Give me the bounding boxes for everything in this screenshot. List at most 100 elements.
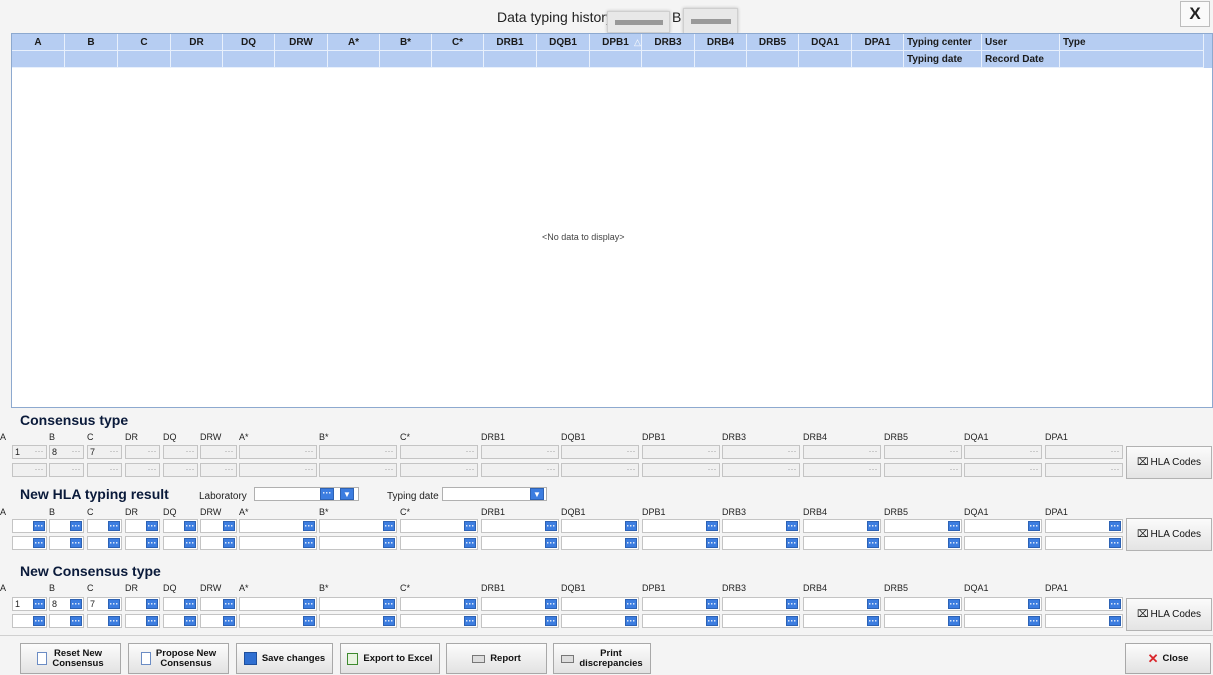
ellipsis-icon[interactable]: ···: [625, 599, 637, 609]
column-header-astar[interactable]: A*: [328, 34, 380, 51]
column-header-bstar[interactable]: B*: [380, 34, 432, 51]
new-typing-field-b-1[interactable]: ···: [49, 519, 84, 533]
new-consensus-field-dpb1-2[interactable]: ···: [642, 614, 720, 628]
new-consensus-field-dqa1-1[interactable]: ···: [964, 597, 1042, 611]
laboratory-dropdown-icon[interactable]: ▼: [340, 488, 354, 500]
new-typing-field-dpa1-1[interactable]: ···: [1045, 519, 1123, 533]
ellipsis-icon[interactable]: ···: [948, 599, 960, 609]
ellipsis-icon[interactable]: ···: [625, 538, 637, 548]
new-typing-field-c-1[interactable]: ···: [87, 519, 122, 533]
ellipsis-icon[interactable]: ···: [1028, 599, 1040, 609]
ellipsis-icon[interactable]: ···: [464, 616, 476, 626]
new-consensus-field-drb4-1[interactable]: ···: [803, 597, 881, 611]
column-header-user[interactable]: User: [982, 34, 1060, 51]
new-consensus-field-dr-1[interactable]: ···: [125, 597, 160, 611]
column-header-drb1[interactable]: DRB1: [484, 34, 537, 51]
new-consensus-field-drb5-2[interactable]: ···: [884, 614, 962, 628]
new-typing-field-dqa1-1[interactable]: ···: [964, 519, 1042, 533]
ellipsis-icon[interactable]: ···: [70, 521, 82, 531]
ellipsis-icon[interactable]: ···: [1028, 616, 1040, 626]
ellipsis-icon[interactable]: ···: [33, 538, 45, 548]
new-consensus-field-a-1[interactable]: 1 ···: [12, 597, 47, 611]
column-header-dqb1[interactable]: DQB1: [537, 34, 590, 51]
save-changes-button[interactable]: Save changes: [236, 643, 333, 674]
ellipsis-icon[interactable]: ···: [108, 538, 120, 548]
ellipsis-icon[interactable]: ···: [33, 599, 45, 609]
ellipsis-icon[interactable]: ···: [1028, 521, 1040, 531]
ellipsis-icon[interactable]: ···: [223, 616, 235, 626]
new-typing-field-drb1-1[interactable]: ···: [481, 519, 559, 533]
new-consensus-field-dr-2[interactable]: ···: [125, 614, 160, 628]
column-header-a[interactable]: A: [12, 34, 65, 51]
column-header-dq[interactable]: DQ: [223, 34, 275, 51]
new-typing-field-a-1[interactable]: ···: [12, 519, 47, 533]
new-typing-field-dqb1-1[interactable]: ···: [561, 519, 639, 533]
ellipsis-icon[interactable]: ···: [867, 521, 879, 531]
ellipsis-icon[interactable]: ···: [786, 616, 798, 626]
new-typing-field-drb5-2[interactable]: ···: [884, 536, 962, 550]
ellipsis-icon[interactable]: ···: [108, 599, 120, 609]
new-typing-field-drb3-2[interactable]: ···: [722, 536, 800, 550]
ellipsis-icon[interactable]: ···: [706, 599, 718, 609]
ellipsis-icon[interactable]: ···: [303, 521, 315, 531]
new-typing-field-a-2[interactable]: ···: [12, 536, 47, 550]
new-consensus-field-astar-2[interactable]: ···: [239, 614, 317, 628]
new-typing-field-b-2[interactable]: ···: [49, 536, 84, 550]
new-typing-field-dq-1[interactable]: ···: [163, 519, 198, 533]
new-typing-field-dqb1-2[interactable]: ···: [561, 536, 639, 550]
ellipsis-icon[interactable]: ···: [383, 616, 395, 626]
ellipsis-icon[interactable]: ···: [303, 616, 315, 626]
column-header-type[interactable]: Type: [1060, 34, 1204, 51]
ellipsis-icon[interactable]: ···: [545, 599, 557, 609]
column-header-typing-date[interactable]: Typing date: [904, 51, 982, 68]
new-consensus-field-drb5-1[interactable]: ···: [884, 597, 962, 611]
ellipsis-icon[interactable]: ···: [786, 599, 798, 609]
propose-new-consensus-button[interactable]: Propose New Consensus: [128, 643, 229, 674]
new-consensus-field-drb3-2[interactable]: ···: [722, 614, 800, 628]
ellipsis-icon[interactable]: ···: [70, 599, 82, 609]
ellipsis-icon[interactable]: ···: [146, 616, 158, 626]
new-consensus-field-c-2[interactable]: ···: [87, 614, 122, 628]
column-header-drw[interactable]: DRW: [275, 34, 328, 51]
new-consensus-field-dqa1-2[interactable]: ···: [964, 614, 1042, 628]
column-header-dpa1[interactable]: DPA1: [852, 34, 904, 51]
ellipsis-icon[interactable]: ···: [303, 538, 315, 548]
ellipsis-icon[interactable]: ···: [1109, 538, 1121, 548]
column-header-drb5[interactable]: DRB5: [747, 34, 799, 51]
ellipsis-icon[interactable]: ···: [1109, 599, 1121, 609]
ellipsis-icon[interactable]: ···: [184, 521, 196, 531]
ellipsis-icon[interactable]: ···: [786, 521, 798, 531]
new-consensus-field-dpb1-1[interactable]: ···: [642, 597, 720, 611]
ellipsis-icon[interactable]: ···: [464, 521, 476, 531]
new-consensus-field-drb1-2[interactable]: ···: [481, 614, 559, 628]
new-typing-field-dqa1-2[interactable]: ···: [964, 536, 1042, 550]
window-close-icon[interactable]: X: [1180, 1, 1210, 27]
ellipsis-icon[interactable]: ···: [948, 616, 960, 626]
ellipsis-icon[interactable]: ···: [706, 521, 718, 531]
ellipsis-icon[interactable]: ···: [146, 521, 158, 531]
ellipsis-icon[interactable]: ···: [33, 616, 45, 626]
new-typing-field-drw-2[interactable]: ···: [200, 536, 237, 550]
new-typing-field-drb3-1[interactable]: ···: [722, 519, 800, 533]
ellipsis-icon[interactable]: ···: [146, 599, 158, 609]
new-typing-field-drb4-2[interactable]: ···: [803, 536, 881, 550]
new-consensus-field-c-1[interactable]: 7 ···: [87, 597, 122, 611]
new-consensus-field-drb1-1[interactable]: ···: [481, 597, 559, 611]
consensus-hla-codes-button[interactable]: ⌧ HLA Codes: [1126, 446, 1212, 479]
new-typing-field-dpb1-1[interactable]: ···: [642, 519, 720, 533]
new-consensus-field-dpa1-1[interactable]: ···: [1045, 597, 1123, 611]
ellipsis-icon[interactable]: ···: [383, 538, 395, 548]
ellipsis-icon[interactable]: ···: [223, 521, 235, 531]
ellipsis-icon[interactable]: ···: [867, 616, 879, 626]
ellipsis-icon[interactable]: ···: [184, 616, 196, 626]
ellipsis-icon[interactable]: ···: [383, 599, 395, 609]
new-typing-hla-codes-button[interactable]: ⌧ HLA Codes: [1126, 518, 1212, 551]
column-header-record-date[interactable]: Record Date: [982, 51, 1060, 68]
new-typing-field-bstar-2[interactable]: ···: [319, 536, 397, 550]
new-consensus-field-cstar-1[interactable]: ···: [400, 597, 478, 611]
ellipsis-icon[interactable]: ···: [948, 538, 960, 548]
new-typing-field-bstar-1[interactable]: ···: [319, 519, 397, 533]
ellipsis-icon[interactable]: ···: [108, 521, 120, 531]
new-consensus-field-bstar-1[interactable]: ···: [319, 597, 397, 611]
ellipsis-icon[interactable]: ···: [70, 616, 82, 626]
